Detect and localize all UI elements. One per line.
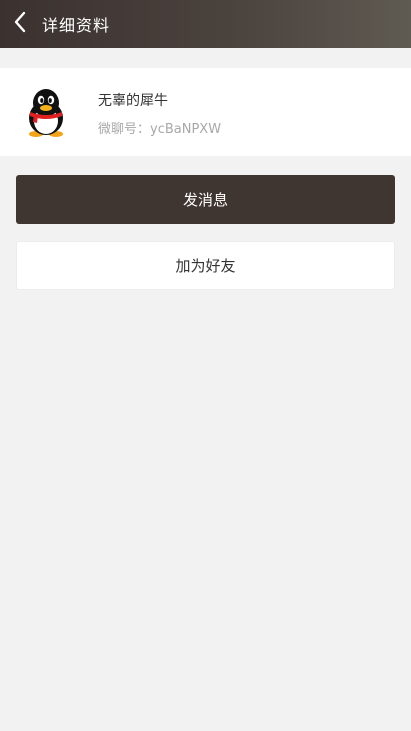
add-friend-button[interactable]: 加为好友: [16, 241, 395, 290]
back-button[interactable]: [0, 0, 40, 48]
top-bar: 详细资料: [0, 0, 411, 48]
penguin-avatar-icon: [29, 89, 63, 137]
wechat-id: 微聊号：ycBaNPXW: [98, 122, 222, 137]
nickname: 无辜的犀牛: [98, 93, 168, 109]
avatar[interactable]: [24, 88, 68, 138]
profile-card: 无辜的犀牛 微聊号：ycBaNPXW: [0, 68, 411, 156]
chevron-left-icon: [13, 11, 27, 37]
page-title: 详细资料: [42, 16, 111, 35]
send-message-button[interactable]: 发消息: [16, 175, 395, 224]
